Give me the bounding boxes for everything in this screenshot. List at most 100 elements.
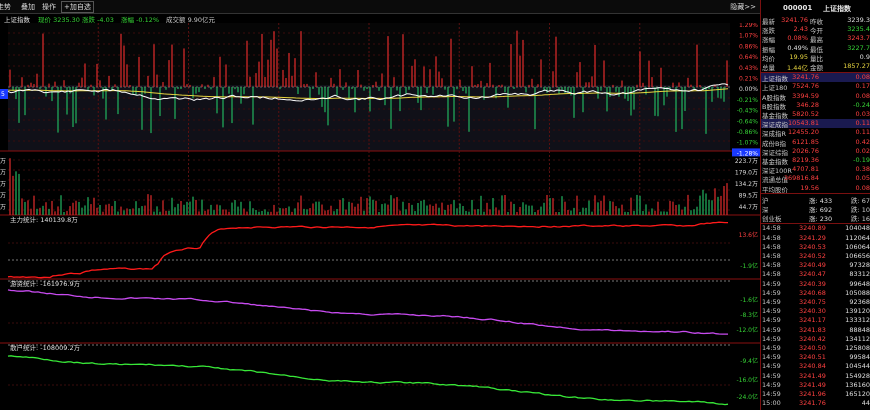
market-up: 涨: 230 bbox=[809, 215, 833, 224]
quote-value-2: 3235.4 bbox=[847, 25, 870, 34]
volume-axis-tick: 134.2万 bbox=[735, 181, 758, 188]
quote-value: 0.08% bbox=[787, 34, 808, 43]
index-item-price: 3241.76 bbox=[792, 73, 819, 82]
index-row[interactable]: 深证成指 10543.81 0.11 bbox=[761, 119, 870, 129]
toolbar-hide-button[interactable]: 隐藏>> bbox=[730, 2, 756, 12]
tick-price: 3241.76 bbox=[799, 399, 826, 408]
toolbar-add-watchlist-button[interactable]: +加自选 bbox=[61, 1, 94, 13]
index-row[interactable]: A股指数 3394.59 0.08 bbox=[761, 91, 870, 102]
index-item-change: 0.42 bbox=[855, 137, 870, 146]
market-name: 创业板 bbox=[762, 215, 782, 224]
volume-left-tick: 万 bbox=[0, 181, 6, 188]
price-axis-tick: 0.86% bbox=[739, 43, 758, 50]
index-row[interactable]: 上证180 7524.76 0.17 bbox=[761, 82, 870, 92]
tick-volume: 134112 bbox=[845, 334, 870, 343]
index-item-price: 3394.59 bbox=[792, 91, 819, 100]
quote-value: 19.95 bbox=[789, 52, 808, 61]
tick-volume: 165120 bbox=[845, 390, 870, 398]
tick-time: 15:00 bbox=[762, 399, 781, 408]
tick-volume: 133312 bbox=[845, 316, 870, 325]
tick-volume: 106656 bbox=[845, 252, 870, 260]
quote-value: 3241.76 bbox=[781, 16, 808, 24]
index-row[interactable]: 深证100R 4707.81 0.38 bbox=[761, 165, 870, 175]
index-item-name: 平均股价 bbox=[762, 185, 788, 194]
tick-volume: 112064 bbox=[845, 233, 870, 242]
tick-volume: 154928 bbox=[845, 371, 870, 380]
left-marker-label: 5 bbox=[1, 91, 5, 98]
chart-header: 上证指数 现价 3235.30 涨跌 -4.03 涨幅 -0.12% 成交额 9… bbox=[0, 13, 760, 24]
tick-time: 14:59 bbox=[762, 334, 781, 343]
tick-time: 14:58 bbox=[762, 242, 781, 251]
index-row[interactable]: B股指数 346.28 -0.24 bbox=[761, 101, 870, 111]
index-item-change: 0.03 bbox=[855, 110, 870, 118]
price-axis-tick: 0.43% bbox=[739, 65, 758, 72]
tick-volume: 88848 bbox=[849, 325, 870, 334]
volume-left-labels: 万万万万万 bbox=[0, 158, 6, 211]
tick-volume: 136160 bbox=[845, 380, 870, 389]
index-item-change: 0.08 bbox=[855, 91, 870, 100]
sub-axis-tick: -1.9亿 bbox=[740, 262, 758, 270]
tick-price: 3240.52 bbox=[799, 252, 826, 260]
volume-left-tick: 万 bbox=[0, 193, 6, 200]
index-item-price: 10543.81 bbox=[787, 119, 819, 128]
index-row[interactable]: 深成指R 12455.20 0.11 bbox=[761, 128, 870, 138]
hot-money-label: 游资统计: -161976.9万 bbox=[10, 279, 81, 288]
volume-axis-tick: 179.0万 bbox=[735, 170, 758, 177]
quote-panel: 000001 上证指数 最新 3241.76 昨收 3239.3 涨跌 2.43 今开 323… bbox=[760, 0, 870, 410]
index-row[interactable]: 上证指数 3241.76 0.08 bbox=[761, 73, 870, 83]
index-item-price: 8219.36 bbox=[792, 156, 819, 164]
index-item-price: 7524.76 bbox=[792, 82, 819, 91]
quote-value-2: 3227.7 bbox=[847, 43, 870, 52]
index-row[interactable]: 深证综指 2026.76 0.02 bbox=[761, 146, 870, 157]
index-item-change: 0.02 bbox=[855, 146, 870, 155]
index-item-change: 0.08 bbox=[855, 183, 870, 192]
intraday-chart[interactable]: 5 1.29% 1.07% 0.86% 0.64% 0.43% 0.21% 0.00% -0.… bbox=[0, 23, 760, 410]
volume-axis: 223.7万 179.0万 134.2万 89.5万 44.7万 bbox=[735, 158, 758, 211]
index-row[interactable]: 基金指数 5820.52 0.03 bbox=[761, 110, 870, 120]
toolbar-overlay-button[interactable]: 叠加 bbox=[21, 2, 35, 12]
tick-price: 3240.47 bbox=[799, 270, 826, 279]
index-row[interactable]: 成份B指 6121.85 0.42 bbox=[761, 137, 870, 148]
index-item-price: 369816.84 bbox=[783, 174, 819, 183]
index-row[interactable]: 基金指数 8219.36 -0.19 bbox=[761, 156, 870, 166]
volume-left-tick: 万 bbox=[0, 204, 6, 211]
volume-left-tick: 万 bbox=[0, 170, 6, 177]
quote-label-2: 金额 bbox=[810, 64, 823, 72]
tick-volume: 99648 bbox=[849, 279, 870, 288]
quote-value: 1.44亿 bbox=[787, 64, 808, 72]
price-axis-tick: 0.64% bbox=[739, 54, 758, 61]
volume-axis-tick: 89.5万 bbox=[739, 193, 758, 200]
toolbar-trend-button[interactable]: 走势 bbox=[0, 2, 11, 12]
price-axis-tick: -1.28% bbox=[737, 150, 759, 157]
tick-price: 3241.96 bbox=[799, 390, 826, 398]
tick-time: 14:58 bbox=[762, 270, 781, 279]
tick-time: 14:59 bbox=[762, 316, 781, 325]
sub-axis-tick: -8.3亿 bbox=[740, 311, 758, 319]
index-row[interactable]: 平均股价 19.56 0.08 bbox=[761, 183, 870, 194]
quote-value: 2.43 bbox=[793, 25, 808, 34]
tick-volume: 106064 bbox=[845, 242, 870, 251]
tick-volume: 105088 bbox=[845, 288, 870, 297]
sub-axis-tick: -1.6亿 bbox=[740, 296, 758, 304]
toolbar: 走势 叠加 操作 +加自选 隐藏>> bbox=[0, 0, 870, 14]
panel-title: 000001 上证指数 bbox=[761, 4, 870, 13]
tick-price: 3240.50 bbox=[799, 344, 826, 352]
price-axis-tick: -1.07% bbox=[737, 140, 759, 147]
toolbar-operate-button[interactable]: 操作 bbox=[42, 2, 56, 12]
main-force-label: 主力统计: 140139.8万 bbox=[10, 215, 78, 224]
tick-price: 3241.29 bbox=[799, 233, 826, 242]
hot-money-line bbox=[7, 289, 728, 335]
index-row[interactable]: 流通总值 369816.84 0.05 bbox=[761, 174, 870, 184]
tick-price: 3240.49 bbox=[799, 261, 826, 270]
sub-axis-tick: -16.0亿 bbox=[736, 376, 758, 384]
quote-label: 总量 bbox=[762, 64, 775, 72]
index-item-price: 19.56 bbox=[800, 183, 819, 192]
quote-value-2: 3243.7 bbox=[847, 34, 870, 43]
volume-bars bbox=[9, 158, 728, 215]
index-item-price: 5820.52 bbox=[792, 110, 819, 118]
price-axis-tick: 1.07% bbox=[739, 33, 758, 40]
tick-volume: 139120 bbox=[845, 307, 870, 316]
tick-volume: 97328 bbox=[849, 261, 870, 270]
price-axis: 1.29% 1.07% 0.86% 0.64% 0.43% 0.21% 0.00% -0.21… bbox=[732, 23, 760, 157]
main-force-axis: 13.6亿 -1.9亿 bbox=[739, 231, 758, 270]
